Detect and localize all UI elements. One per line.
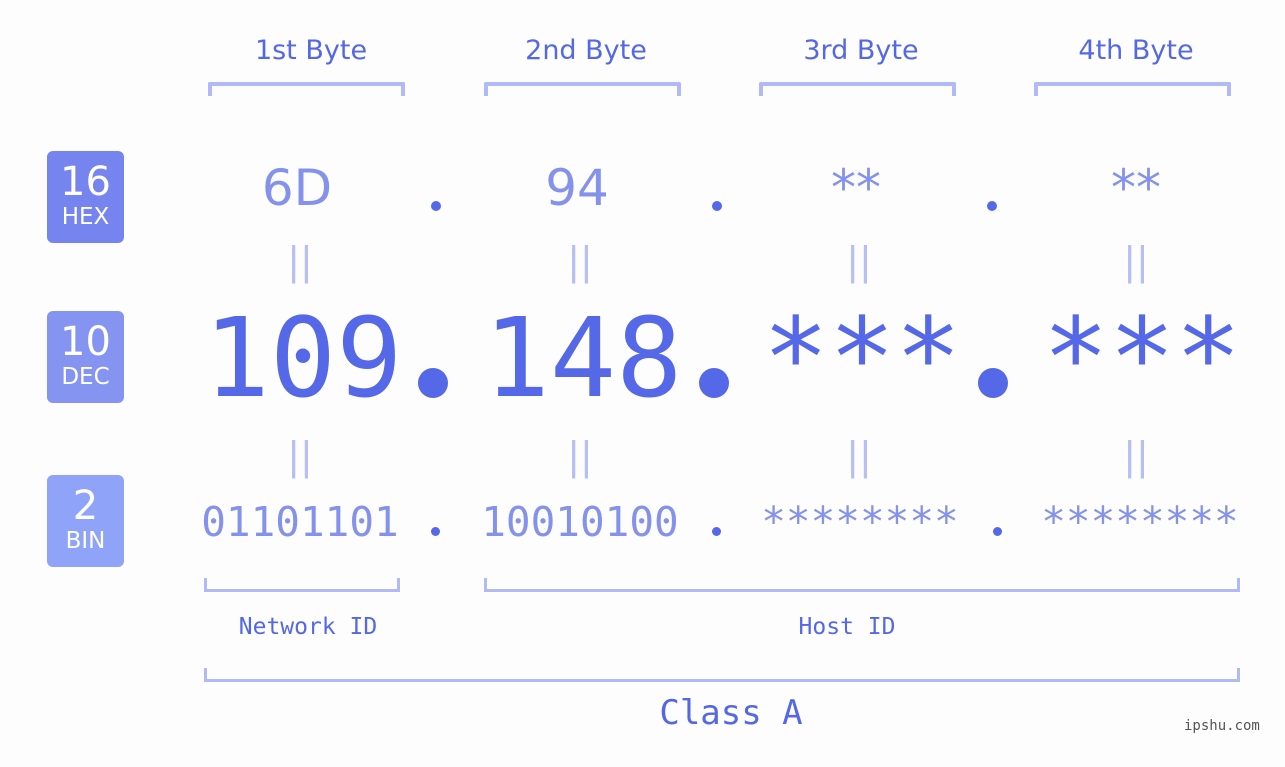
dec-badge-number: 10 <box>60 319 111 365</box>
hex-badge: 16 HEX <box>47 151 124 243</box>
dec-dot-separator <box>699 368 729 398</box>
bin-badge: 2 BIN <box>47 475 124 567</box>
class-label: Class A <box>659 693 803 733</box>
network-id-label: Network ID <box>238 614 378 640</box>
byte-label-3: 3rd Byte <box>803 35 919 66</box>
byte-label-2: 2nd Byte <box>525 35 647 66</box>
watermark: ipshu.com <box>1184 718 1260 734</box>
byte-bracket-1 <box>208 82 405 96</box>
hex-dot-separator <box>712 201 722 211</box>
byte-label-4: 4th Byte <box>1078 35 1194 66</box>
bin-badge-label: BIN <box>65 528 106 554</box>
dec-badge-label: DEC <box>61 364 110 390</box>
hex-badge-number: 16 <box>60 159 111 205</box>
bin-value-4: ******** <box>1041 498 1239 546</box>
dec-dot-separator <box>978 368 1008 398</box>
host-id-label: Host ID <box>798 614 896 640</box>
equals-sign: || <box>1123 434 1149 478</box>
dec-value-4: *** <box>1042 294 1242 422</box>
equals-sign: || <box>567 239 593 283</box>
byte-bracket-4 <box>1034 82 1231 96</box>
bin-value-2: 10010100 <box>481 498 679 546</box>
equals-sign: || <box>1123 239 1149 283</box>
host-id-bracket <box>484 578 1240 592</box>
bin-dot-separator <box>993 527 1002 536</box>
hex-value-3: ** <box>831 159 881 217</box>
dec-value-1: 109 <box>203 294 403 422</box>
equals-sign: || <box>846 239 872 283</box>
bin-badge-number: 2 <box>72 483 99 529</box>
bin-dot-separator <box>431 527 440 536</box>
equals-sign: || <box>287 434 313 478</box>
bin-value-1: 01101101 <box>201 498 399 546</box>
hex-badge-label: HEX <box>61 204 110 230</box>
dec-value-2: 148 <box>483 294 683 422</box>
class-bracket <box>204 668 1240 682</box>
dec-value-3: *** <box>762 294 962 422</box>
hex-value-1: 6D <box>261 159 333 217</box>
hex-dot-separator <box>987 201 997 211</box>
hex-value-2: 94 <box>545 159 609 217</box>
bin-value-3: ******** <box>761 498 959 546</box>
hex-dot-separator <box>431 201 441 211</box>
byte-label-1: 1st Byte <box>254 35 368 66</box>
network-id-bracket <box>204 578 400 592</box>
byte-bracket-2 <box>484 82 681 96</box>
equals-sign: || <box>287 239 313 283</box>
dec-badge: 10 DEC <box>47 311 124 403</box>
bin-dot-separator <box>712 527 721 536</box>
hex-value-4: ** <box>1111 159 1161 217</box>
dec-dot-separator <box>418 368 448 398</box>
equals-sign: || <box>567 434 593 478</box>
equals-sign: || <box>846 434 872 478</box>
byte-bracket-3 <box>759 82 956 96</box>
